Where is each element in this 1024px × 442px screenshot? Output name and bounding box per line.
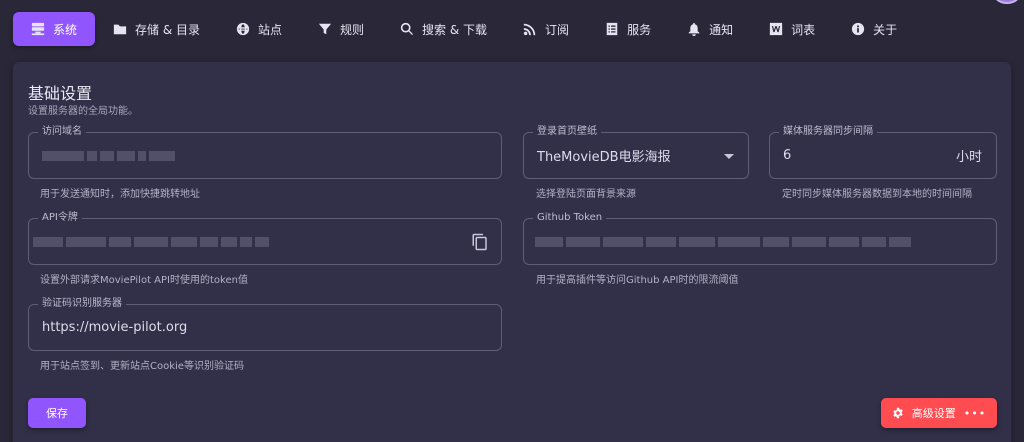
- advanced-settings-button[interactable]: 高级设置 •••: [881, 398, 997, 428]
- tab-search-download[interactable]: 搜索 & 下载: [382, 12, 505, 46]
- tab-label: 服务: [627, 22, 652, 37]
- rss-icon: [523, 22, 537, 36]
- gear-icon: [892, 407, 904, 419]
- folder-icon: [113, 22, 127, 36]
- github-token-redacted-value: [535, 237, 911, 247]
- ocr-server-hint: 用于站点签到、更新站点Cookie等识别验证码: [40, 361, 244, 372]
- card-subtitle: 设置服务器的全局功能。: [28, 106, 138, 117]
- tab-label: 通知: [709, 22, 734, 37]
- sync-interval-label: 媒体服务器同步间隔: [779, 126, 877, 138]
- ocr-server-value: https://movie-pilot.org: [42, 320, 188, 335]
- tab-services[interactable]: 服务: [587, 12, 669, 46]
- tab-sites[interactable]: 站点: [218, 12, 300, 46]
- tab-rules[interactable]: 规则: [300, 12, 382, 46]
- api-token-hint: 设置外部请求MoviePilot API时使用的token值: [40, 275, 248, 286]
- tab-about[interactable]: 关于: [833, 12, 915, 46]
- domain-field[interactable]: 访问域名: [28, 126, 502, 179]
- bell-icon: [687, 22, 701, 36]
- save-button[interactable]: 保存: [28, 398, 86, 428]
- tab-label: 词表: [791, 22, 816, 37]
- chevron-down-icon: [724, 153, 734, 159]
- card-title: 基础设置: [28, 84, 93, 103]
- sync-interval-value: 6: [783, 148, 792, 163]
- domain-hint: 用于发送通知时，添加快捷跳转地址: [40, 189, 200, 200]
- sync-interval-unit: 小时: [955, 150, 982, 165]
- wallpaper-hint: 选择登陆页面背景来源: [536, 189, 636, 200]
- sync-interval-hint: 定时同步媒体服务器数据到本地的时间间隔: [782, 189, 972, 200]
- tab-words[interactable]: 词表: [751, 12, 833, 46]
- tab-label: 规则: [340, 22, 365, 37]
- word-icon: [769, 22, 783, 36]
- tab-label: 站点: [258, 22, 283, 37]
- list-icon: [605, 22, 619, 36]
- github-token-label: Github Token: [533, 212, 607, 224]
- sync-interval-field[interactable]: 媒体服务器同步间隔 6 小时: [769, 126, 997, 179]
- tab-label: 存储 & 目录: [135, 22, 201, 37]
- info-icon: [851, 22, 865, 36]
- server-icon: [31, 22, 45, 36]
- filter-icon: [318, 22, 332, 36]
- domain-label: 访问域名: [38, 126, 86, 138]
- copy-icon[interactable]: [471, 233, 489, 251]
- advanced-settings-label: 高级设置: [911, 407, 956, 420]
- tab-label: 搜索 & 下载: [422, 22, 488, 37]
- globe-icon: [236, 22, 250, 36]
- wallpaper-select[interactable]: 登录首页壁纸 TheMovieDB电影海报: [523, 126, 749, 179]
- api-token-redacted-value: [33, 237, 269, 247]
- tab-label: 关于: [873, 22, 898, 37]
- api-token-field[interactable]: API令牌: [28, 212, 502, 265]
- tab-subscribe[interactable]: 订阅: [505, 12, 587, 46]
- domain-redacted-value: [42, 151, 175, 161]
- github-token-hint: 用于提高插件等访问Github API时的限流阈值: [536, 275, 739, 286]
- tab-bar: 系统 存储 & 目录 站点 规则 搜索 & 下载 订阅 服务 通知 词表 关于: [0, 0, 1024, 58]
- tab-notify[interactable]: 通知: [669, 12, 751, 46]
- tab-storage[interactable]: 存储 & 目录: [95, 12, 218, 46]
- tab-label: 订阅: [545, 22, 570, 37]
- more-icon: •••: [963, 406, 987, 420]
- tab-label: 系统: [53, 22, 78, 37]
- search-icon: [400, 22, 414, 36]
- github-token-field[interactable]: Github Token: [523, 212, 997, 265]
- tab-system[interactable]: 系统: [13, 12, 96, 46]
- wallpaper-value: TheMovieDB电影海报: [537, 150, 671, 165]
- api-token-label: API令牌: [38, 212, 82, 224]
- settings-card: 基础设置 设置服务器的全局功能。 访问域名 用于发送通知时，添加快捷跳转地址 登…: [13, 62, 1011, 442]
- ocr-server-field[interactable]: 验证码识别服务器 https://movie-pilot.org: [28, 298, 502, 351]
